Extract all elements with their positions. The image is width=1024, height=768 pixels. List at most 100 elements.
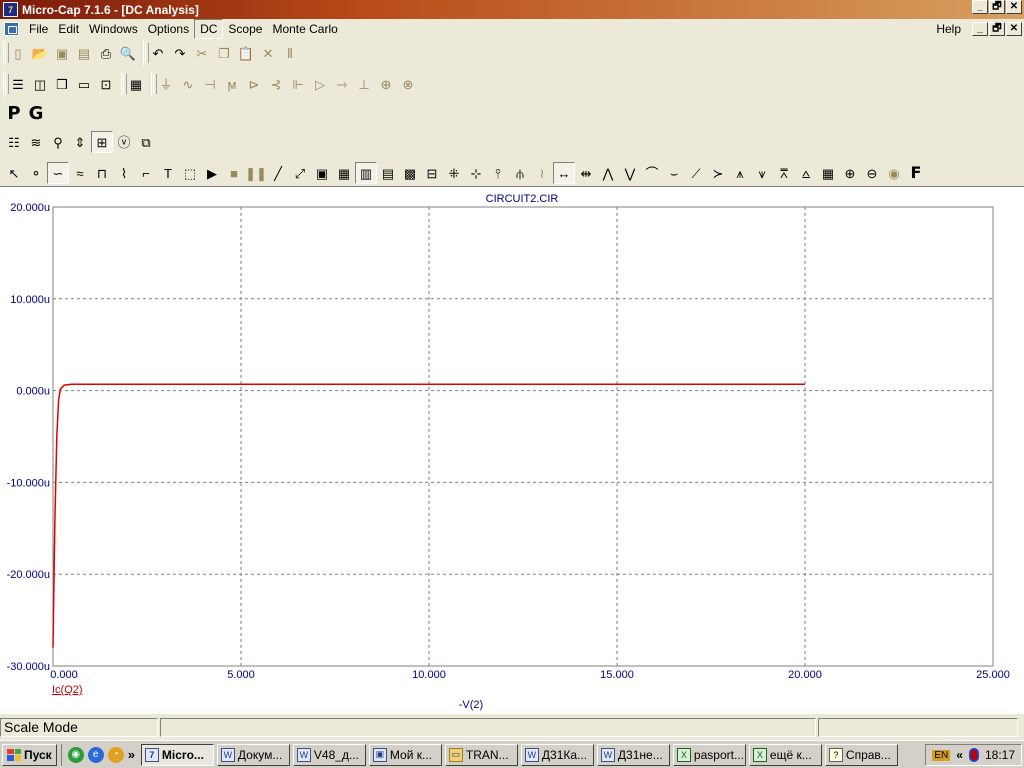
doc-close-button[interactable]: ✕ (1006, 22, 1022, 36)
tile-horizontal-icon[interactable]: ☰ (7, 73, 29, 95)
antivirus-icon[interactable] (968, 748, 979, 762)
global-high-icon[interactable]: ⩚ (729, 162, 751, 184)
redo-icon[interactable]: ↷ (169, 42, 191, 64)
vertical-tag-icon[interactable]: ⌐ (135, 162, 157, 184)
menu-options[interactable]: Options (143, 20, 194, 38)
plot-properties-icon[interactable]: ⊞ (91, 131, 113, 153)
task-button-word-3[interactable]: W Д31Ка... (520, 743, 594, 766)
probe-icon[interactable]: ⚲ (47, 131, 69, 153)
voltage-source-icon[interactable]: ⊕ (375, 73, 397, 95)
menu-dc[interactable]: DC (194, 19, 224, 39)
text-tool-icon[interactable]: T (157, 162, 179, 184)
vertical-cursor-icon[interactable]: ⇹ (575, 162, 597, 184)
close-button[interactable]: ✕ (1006, 0, 1022, 14)
split-window-icon[interactable]: ⊡ (95, 73, 117, 95)
horizontal-tag-icon[interactable]: ⌇ (113, 162, 135, 184)
task-button-microcap[interactable]: 7 Micro... (140, 743, 214, 766)
table-icon[interactable]: ▦ (817, 162, 839, 184)
task-button-my-computer[interactable]: ▣ Мой к... (368, 743, 442, 766)
undo-icon[interactable]: ↶ (147, 42, 169, 64)
run-icon[interactable]: ▶ (201, 162, 223, 184)
tile-vertical-icon[interactable]: ◫ (29, 73, 51, 95)
menu-monte-carlo[interactable]: Monte Carlo (267, 20, 342, 38)
scale-mode-icon[interactable]: ∽ (47, 162, 69, 184)
tokens-icon[interactable]: ⊟ (421, 162, 443, 184)
cursor-wave-icon[interactable]: ≀ (531, 162, 553, 184)
component-mode-icon[interactable]: ⚬ (25, 162, 47, 184)
print-icon[interactable]: ⎙ (95, 42, 117, 64)
select-mode-icon[interactable]: ↖ (3, 162, 25, 184)
npn-transistor-icon[interactable]: ⊰ (265, 73, 287, 95)
point-tag-icon[interactable]: ⊓ (91, 162, 113, 184)
valley-icon[interactable]: ⋁ (619, 162, 641, 184)
save-all-icon[interactable]: ▤ (73, 42, 95, 64)
mosfet-icon[interactable]: ⊩ (287, 73, 309, 95)
performance-icon[interactable]: ⧉ (135, 131, 157, 153)
cursor-mode-icon[interactable]: ≈ (69, 162, 91, 184)
cascade-icon[interactable]: ❒ (51, 73, 73, 95)
numeric-output-icon[interactable]: ☷ (3, 131, 25, 153)
bottom-icon[interactable]: ⩟ (795, 162, 817, 184)
menu-windows[interactable]: Windows (84, 20, 143, 38)
horizontal-cursor-icon[interactable]: ↔ (553, 162, 575, 184)
data-points-icon[interactable]: ⁜ (443, 162, 465, 184)
inductor-icon[interactable]: ϻ (221, 73, 243, 95)
global-low-icon[interactable]: ⩛ (751, 162, 773, 184)
opamp-icon[interactable]: ▷ (309, 73, 331, 95)
grid-icon[interactable]: ▦ (333, 162, 355, 184)
minimize-button[interactable]: _ (972, 0, 988, 14)
zoom-in-icon[interactable]: ⊕ (839, 162, 861, 184)
copy-icon[interactable]: ❐ (213, 42, 235, 64)
menu-help[interactable]: Help (931, 20, 966, 38)
grid-minor-icon[interactable]: ▤ (377, 162, 399, 184)
switch-icon[interactable]: ⇾ (331, 73, 353, 95)
battery-icon[interactable]: ⊥ (353, 73, 375, 95)
task-button-folder[interactable]: ▭ TRAN... (444, 743, 518, 766)
task-button-word-1[interactable]: W Докум... (216, 743, 290, 766)
cursor-peak-icon[interactable]: ⫛ (509, 162, 531, 184)
media-player-icon[interactable]: ◔ (107, 746, 124, 763)
g-button[interactable]: G (25, 103, 47, 125)
calculator-icon[interactable]: ▦ (125, 73, 147, 95)
color-palette-icon[interactable]: ◉ (883, 162, 905, 184)
pause-icon[interactable]: ❚❚ (245, 162, 267, 184)
task-button-help[interactable]: ? Справ... (824, 743, 898, 766)
vi-display-icon[interactable]: ⓥ (113, 131, 135, 153)
task-button-excel-1[interactable]: Xpasport... (672, 743, 746, 766)
task-button-word-4[interactable]: W Д31не... (596, 743, 670, 766)
quick-launch-more[interactable]: » (128, 747, 135, 762)
doc-restore-button[interactable]: 🗗 (989, 22, 1005, 36)
start-button[interactable]: Пуск (2, 743, 57, 766)
ground-icon[interactable]: ⏚ (155, 73, 177, 95)
x-expression-label[interactable]: -V(2) (459, 699, 483, 711)
open-folder-icon[interactable]: 📂 (29, 42, 51, 64)
browser-icon[interactable]: ◉ (67, 746, 84, 763)
top-icon[interactable]: ⩞ (773, 162, 795, 184)
current-source-icon[interactable]: ⊗ (397, 73, 419, 95)
new-file-icon[interactable]: ▯ (7, 42, 29, 64)
cursor-right-icon[interactable]: ⫯ (487, 162, 509, 184)
resistor-icon[interactable]: ∿ (177, 73, 199, 95)
task-button-excel-2[interactable]: Xещё к... (748, 743, 822, 766)
stop-icon[interactable]: ■ (223, 162, 245, 184)
font-icon[interactable]: F (905, 162, 927, 184)
capacitor-icon[interactable]: ⊣ (199, 73, 221, 95)
menu-edit[interactable]: Edit (53, 20, 84, 38)
plot-area[interactable]: 20.000u 10.000u 0.000u -10.000u -20.000u -30.… (0, 186, 1024, 714)
dc-analysis-plot[interactable]: 20.000u 10.000u 0.000u -10.000u -20.000u -30.… (0, 187, 1024, 715)
paste-icon[interactable]: 📋 (235, 42, 257, 64)
doc-minimize-button[interactable]: _ (972, 22, 988, 36)
maximize-button[interactable]: 🗗 (989, 0, 1005, 14)
y-expression-label[interactable]: Ic(Q2) (52, 684, 83, 696)
cut-icon[interactable]: ✂ (191, 42, 213, 64)
print-preview-icon[interactable]: 🔍 (117, 42, 139, 64)
cursor-left-icon[interactable]: ⊹ (465, 162, 487, 184)
diode-icon[interactable]: ⊳ (243, 73, 265, 95)
inflection-icon[interactable]: ≻ (707, 162, 729, 184)
peak-icon[interactable]: ⋀ (597, 162, 619, 184)
zoom-out-icon[interactable]: ⊖ (861, 162, 883, 184)
task-button-word-2[interactable]: W V48_д... (292, 743, 366, 766)
language-indicator[interactable]: EN (932, 749, 951, 761)
graphics-icon[interactable]: ⬚ (179, 162, 201, 184)
high-icon[interactable]: ⌒ (641, 162, 663, 184)
